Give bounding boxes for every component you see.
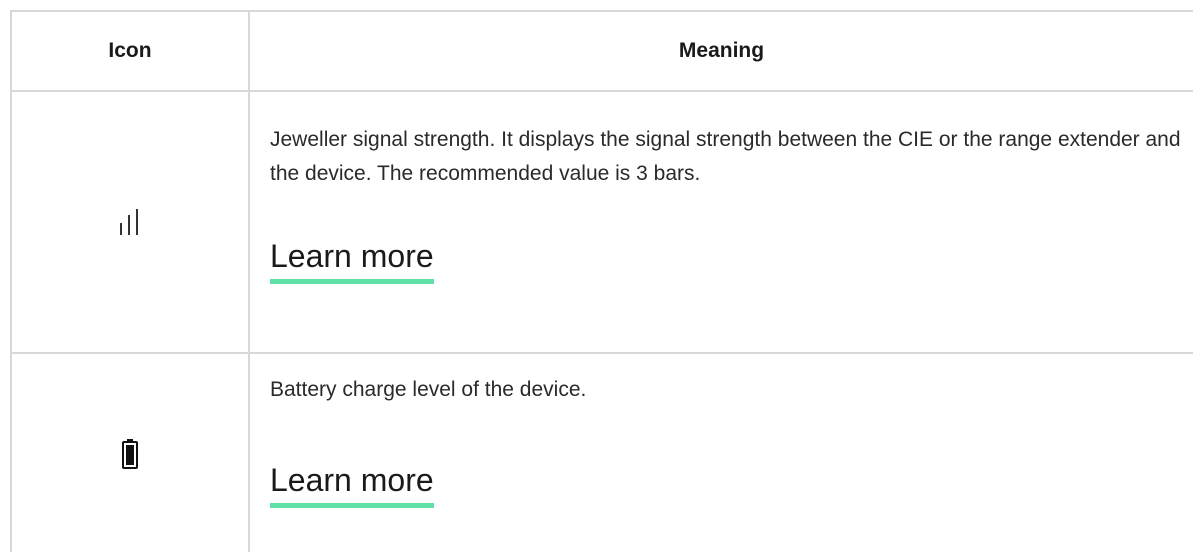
icon-cell: [12, 354, 248, 554]
learn-more-link[interactable]: Learn more: [270, 237, 434, 284]
meaning-cell: Battery charge level of the device. Lear…: [250, 354, 1193, 554]
table-row: Battery charge level of the device. Lear…: [12, 354, 1193, 554]
header-meaning-label: Meaning: [678, 39, 765, 62]
icon-cell: [12, 92, 248, 352]
battery-icon: [122, 439, 138, 469]
header-cell-icon: Icon: [12, 12, 248, 90]
signal-strength-icon: [119, 209, 141, 235]
icon-meaning-table: Icon Meaning Jeweller signal strength. I…: [10, 10, 1193, 552]
header-cell-meaning: Meaning: [250, 12, 1193, 90]
meaning-cell: Jeweller signal strength. It displays th…: [250, 92, 1193, 352]
table-row: Jeweller signal strength. It displays th…: [12, 92, 1193, 354]
learn-more-link[interactable]: Learn more: [270, 461, 434, 508]
row-description: Jeweller signal strength. It displays th…: [270, 128, 1181, 185]
row-description: Battery charge level of the device.: [270, 378, 587, 401]
header-icon-label: Icon: [108, 39, 152, 62]
table-header-row: Icon Meaning: [12, 12, 1193, 92]
